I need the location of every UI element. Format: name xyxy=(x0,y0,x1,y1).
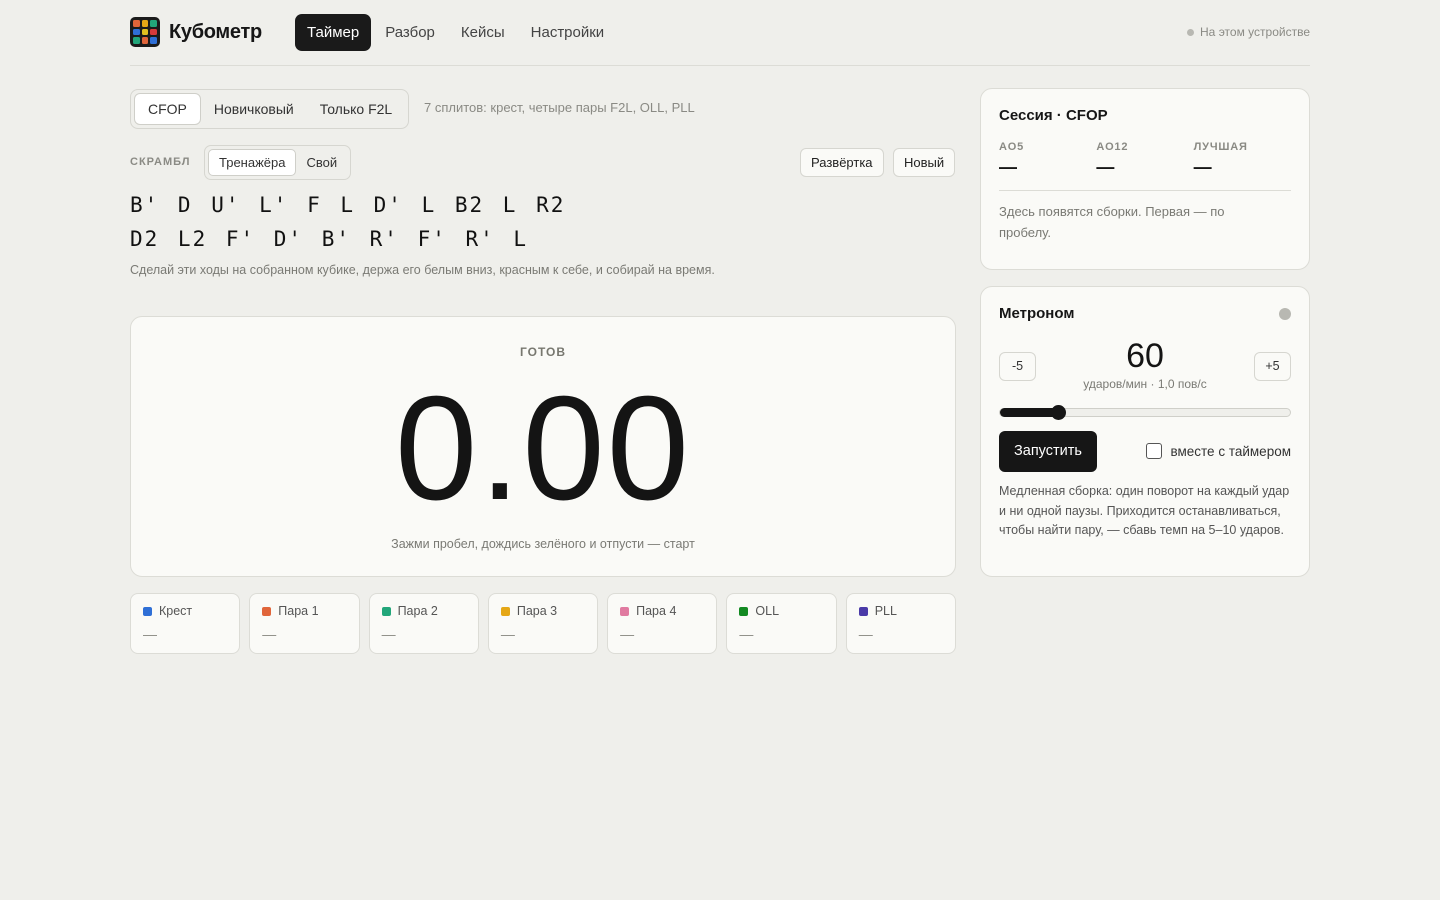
bpm-plus-button[interactable]: +5 xyxy=(1254,352,1291,381)
method-description: 7 сплитов: крест, четыре пары F2L, OLL, … xyxy=(424,100,695,115)
split-color-icon xyxy=(500,606,510,616)
split-color-icon xyxy=(143,606,152,616)
session-card: Сессия · CFOP AO5 — AO12 — ЛУЧШАЯ — Здес… xyxy=(980,88,1310,270)
split-cross: Крест — xyxy=(130,593,241,654)
split-pair-3: Пара 3 — xyxy=(487,593,599,654)
split-color-icon xyxy=(858,606,868,616)
nav-settings[interactable]: Настройки xyxy=(519,14,617,51)
scramble-source-custom[interactable]: Свой xyxy=(296,149,347,176)
stat-value: — xyxy=(1193,157,1212,177)
cube-sticker xyxy=(133,28,140,36)
with-timer-checkbox[interactable] xyxy=(1146,443,1163,459)
split-value: — xyxy=(620,626,635,642)
method-selector: CFOP Новичковый Только F2L xyxy=(130,89,410,129)
split-value: — xyxy=(500,626,515,642)
timer-status: ГОТОВ xyxy=(519,345,566,359)
device-status: На этом устройстве xyxy=(1187,25,1310,39)
split-value: — xyxy=(381,626,396,642)
cube-sticker xyxy=(141,37,149,44)
cube-sticker xyxy=(141,20,149,27)
device-status-label: На этом устройстве xyxy=(1200,25,1310,39)
stat-label: ЛУЧШАЯ xyxy=(1193,141,1248,153)
method-f2l-only[interactable]: Только F2L xyxy=(307,93,405,125)
split-value: — xyxy=(858,626,873,642)
split-pll: PLL — xyxy=(845,593,956,654)
nav-cases[interactable]: Кейсы xyxy=(449,14,517,51)
stat-ao5: AO5 — xyxy=(999,141,1096,177)
scramble-line-2: D2 L2 F' D' B' R' F' R' L xyxy=(130,227,529,251)
split-name: Пара 2 xyxy=(397,604,438,618)
split-list: Крест — Пара 1 — Пара 2 — Пара 3 — Пара … xyxy=(130,593,956,654)
scramble-label: СКРАМБЛ xyxy=(130,156,191,168)
stat-best: ЛУЧШАЯ — xyxy=(1194,141,1291,177)
metronome-card: Метроном -5 60 ударов/мин · 1,0 пов/с +5… xyxy=(980,286,1310,577)
bpm-slider-fill xyxy=(1000,408,1058,417)
split-name: PLL xyxy=(874,604,897,618)
stat-label: AO12 xyxy=(1096,141,1129,153)
split-value: — xyxy=(262,626,277,642)
timer-display: 0.00 xyxy=(394,366,692,531)
session-empty-text: Здесь появятся сборки. Первая — по пробе… xyxy=(999,204,1225,240)
cube-sticker xyxy=(133,37,140,44)
app-logo[interactable]: Кубометр xyxy=(130,17,262,47)
scramble-source-toggle: Тренажёра Свой xyxy=(204,145,352,180)
scramble-source-trainer[interactable]: Тренажёра xyxy=(208,149,297,176)
session-divider xyxy=(999,190,1291,191)
split-pair-1: Пара 1 — xyxy=(249,593,360,654)
stat-ao12: AO12 — xyxy=(1096,141,1193,177)
split-color-icon xyxy=(739,606,749,616)
split-name: Пара 3 xyxy=(516,604,558,618)
new-scramble-button[interactable]: Новый xyxy=(893,148,956,177)
cube-sticker xyxy=(150,28,157,36)
stat-value: — xyxy=(999,157,1017,177)
stat-label: AO5 xyxy=(999,141,1025,153)
method-beginner[interactable]: Новичковый xyxy=(201,93,307,125)
split-name: Пара 4 xyxy=(636,604,677,618)
session-title: Сессия · CFOP xyxy=(999,107,1108,124)
cube-sticker xyxy=(141,28,149,36)
split-color-icon xyxy=(262,606,272,616)
split-pair-4: Пара 4 — xyxy=(607,593,718,654)
main-nav: Таймер Разбор Кейсы Настройки xyxy=(295,14,616,51)
app-header: Кубометр Таймер Разбор Кейсы Настройки Н… xyxy=(130,0,1310,66)
method-cfop[interactable]: CFOP xyxy=(134,93,201,125)
scramble-hint: Сделай эти ходы на собранном кубике, дер… xyxy=(130,263,715,277)
split-value: — xyxy=(143,626,157,642)
nav-timer[interactable]: Таймер xyxy=(295,14,372,51)
scramble-line-1: B' D U' L' F L D' L B2 L R2 xyxy=(130,193,566,217)
metronome-note: Медленная сборка: один поворот на каждый… xyxy=(999,484,1290,537)
metronome-title: Метроном xyxy=(999,305,1075,322)
app-name: Кубометр xyxy=(169,20,262,43)
split-color-icon xyxy=(381,606,391,616)
split-name: OLL xyxy=(755,604,780,618)
split-name: Пара 1 xyxy=(278,604,319,618)
metronome-start-button[interactable]: Запустить xyxy=(999,431,1097,472)
cube-sticker xyxy=(133,20,140,27)
split-value: — xyxy=(739,626,754,642)
timer-hint: Зажми пробел, дождись зелёного и отпусти… xyxy=(391,537,695,551)
cube-sticker xyxy=(150,20,157,27)
scramble-text: B' D U' L' F L D' L B2 L R2 D2 L2 F' D' … xyxy=(130,188,750,256)
split-oll: OLL — xyxy=(726,593,837,654)
with-timer-option[interactable]: вместе с таймером xyxy=(1146,443,1291,459)
cube-sticker xyxy=(150,37,157,44)
split-name: Крест xyxy=(159,604,193,618)
session-stats: AO5 — AO12 — ЛУЧШАЯ — xyxy=(999,141,1291,177)
cube-logo-icon xyxy=(130,17,160,47)
device-status-dot-icon xyxy=(1187,28,1195,36)
stat-value: — xyxy=(1096,157,1115,177)
bpm-slider-handle[interactable] xyxy=(1051,405,1066,420)
net-button[interactable]: Развёртка xyxy=(800,148,884,177)
metronome-beat-indicator-icon xyxy=(1279,308,1291,320)
split-pair-2: Пара 2 — xyxy=(368,593,479,654)
timer-panel[interactable]: ГОТОВ 0.00 Зажми пробел, дождись зелёног… xyxy=(130,316,956,577)
bpm-slider[interactable] xyxy=(999,405,1291,420)
split-color-icon xyxy=(620,606,630,616)
with-timer-label: вместе с таймером xyxy=(1170,443,1291,459)
nav-analysis[interactable]: Разбор xyxy=(373,14,447,51)
